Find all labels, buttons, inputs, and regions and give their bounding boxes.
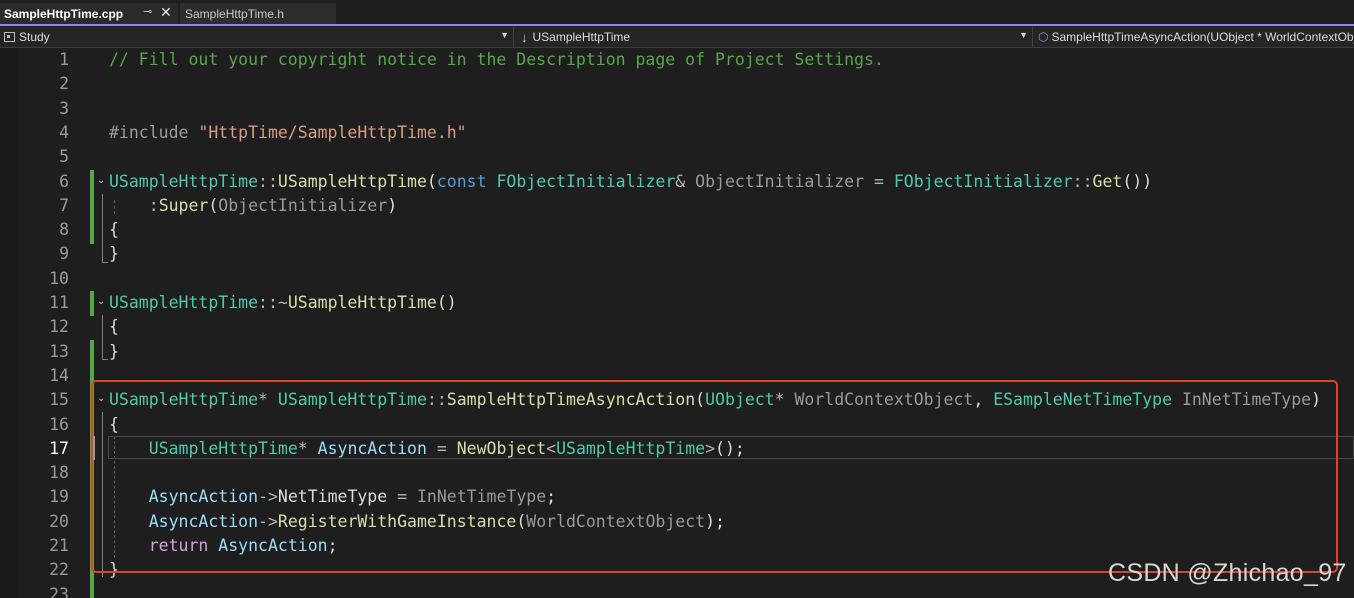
code-token: ObjectInitializer [218, 195, 388, 215]
line-number: 8 [59, 220, 69, 240]
project-dropdown[interactable]: Study ▼ [0, 27, 514, 47]
code-token: () [436, 293, 457, 312]
code-editor[interactable]: ⌄ ⌄ ⌄ 1// Fill out your copyright notice… [0, 48, 1354, 598]
code-text: { [109, 218, 119, 242]
code-token: USampleHttpTime [287, 293, 437, 312]
line-number: 23 [49, 584, 69, 598]
tab-label: SampleHttpTime.h [185, 6, 284, 21]
code-token: ) [387, 195, 398, 215]
code-line[interactable]: 10 [0, 267, 1354, 291]
code-token: ()) [1122, 171, 1153, 191]
code-line[interactable]: 9} [0, 242, 1354, 266]
line-number: 5 [59, 147, 69, 167]
code-token: Super [158, 195, 209, 215]
code-line[interactable]: 6 USampleHttpTime::USampleHttpTime(const … [0, 170, 1354, 194]
chevron-down-icon[interactable]: ▼ [1019, 30, 1028, 40]
method-cube-icon: ⬡ [1038, 30, 1049, 44]
class-dropdown[interactable]: ↓ USampleHttpTime ▼ [515, 27, 1033, 47]
line-number: 11 [49, 293, 69, 312]
code-line[interactable]: 7 :Super(ObjectInitializer) [0, 194, 1354, 218]
code-text: USampleHttpTime::USampleHttpTime(const F… [109, 170, 1152, 194]
pin-icon[interactable]: ⊸ [143, 5, 152, 18]
code-text: USampleHttpTime::~USampleHttpTime() [109, 291, 457, 315]
code-token: } [109, 341, 119, 361]
code-token: USampleHttpTime [277, 171, 427, 191]
close-icon[interactable]: ✕ [160, 4, 172, 21]
code-token: ( [426, 171, 437, 191]
line-number: 10 [49, 268, 69, 288]
watermark: CSDN @Zhichao_97 [1108, 559, 1347, 587]
code-line[interactable]: 2 [0, 72, 1354, 96]
class-label: USampleHttpTime [532, 30, 631, 44]
code-token: ( [208, 195, 219, 215]
line-number: 9 [59, 244, 69, 264]
code-token: USampleHttpTime [109, 293, 259, 312]
navigation-bar: Study ▼ ↓ USampleHttpTime ▼ ⬡ SampleHttp… [0, 27, 1354, 48]
tab-sample-http-time-cpp[interactable]: SampleHttpTime.cpp ⊸ ✕ [0, 3, 178, 24]
code-token: USampleHttpTime [109, 171, 259, 191]
code-line[interactable]: 4 #include "HttpTime/SampleHttpTime.h" [0, 121, 1354, 145]
code-token: #include [109, 122, 199, 142]
code-text: } [109, 340, 119, 364]
line-number: 7 [59, 195, 69, 215]
line-number: 20 [49, 511, 69, 531]
tab-bar: SampleHttpTime.cpp ⊸ ✕ SampleHttpTime.h [0, 0, 1354, 26]
code-token: = [864, 171, 894, 191]
code-line[interactable]: 13} [0, 340, 1354, 364]
code-line[interactable]: 8{ [0, 218, 1354, 242]
code-token: FObjectInitializer [496, 171, 676, 191]
code-token: "HttpTime/SampleHttpTime.h" [198, 122, 467, 142]
red-highlight-box [91, 380, 1338, 573]
code-line[interactable]: 11 USampleHttpTime::~USampleHttpTime() [0, 291, 1354, 315]
code-token: Get [1092, 171, 1123, 191]
code-token: ::~ [258, 293, 288, 312]
project-label: Study [19, 30, 50, 44]
line-number: 3 [59, 98, 69, 118]
code-token: { [109, 317, 119, 337]
code-text: } [109, 242, 119, 266]
code-token: { [109, 220, 119, 240]
tab-label: SampleHttpTime.cpp [4, 6, 124, 21]
down-arrow-icon: ↓ [521, 29, 528, 45]
code-token: // Fill out your copyright notice in the… [109, 50, 884, 69]
line-number: 22 [49, 560, 69, 580]
line-number: 6 [59, 171, 69, 191]
line-number: 1 [59, 50, 69, 69]
line-number: 21 [49, 536, 69, 555]
code-line[interactable]: 3 [0, 97, 1354, 121]
line-number: 12 [49, 317, 69, 337]
line-number: 17 [49, 438, 69, 458]
line-number: 14 [49, 365, 69, 385]
code-token: ObjectInitializer [695, 171, 865, 191]
line-number: 16 [49, 414, 69, 434]
member-dropdown[interactable]: ⬡ SampleHttpTimeAsyncAction(UObject * Wo… [1034, 27, 1354, 47]
code-token: : [148, 195, 159, 215]
line-number: 19 [49, 487, 69, 507]
line-number: 15 [49, 390, 69, 410]
tab-sample-http-time-h[interactable]: SampleHttpTime.h [180, 3, 336, 24]
code-text: // Fill out your copyright notice in the… [109, 48, 884, 72]
chevron-down-icon[interactable]: ▼ [500, 30, 509, 40]
code-text: #include "HttpTime/SampleHttpTime.h" [109, 121, 467, 145]
line-number: 4 [59, 122, 69, 142]
code-text: { [109, 315, 119, 339]
code-line[interactable]: 1 // Fill out your copyright notice in th… [0, 48, 1354, 72]
code-token: const [436, 171, 497, 191]
code-token: :: [258, 171, 278, 191]
code-token: FObjectInitializer [893, 171, 1073, 191]
code-token: :: [1072, 171, 1093, 191]
line-number: 13 [49, 341, 69, 361]
code-token: } [109, 244, 119, 264]
line-number: 2 [59, 74, 69, 94]
line-number: 18 [49, 463, 69, 483]
member-label: SampleHttpTimeAsyncAction(UObject * Worl… [1051, 30, 1354, 44]
code-text: :Super(ObjectInitializer) [109, 194, 397, 218]
code-token: & [675, 171, 696, 191]
code-line[interactable]: 12 { [0, 315, 1354, 339]
code-line[interactable]: 5 [0, 145, 1354, 169]
project-icon [4, 32, 15, 42]
